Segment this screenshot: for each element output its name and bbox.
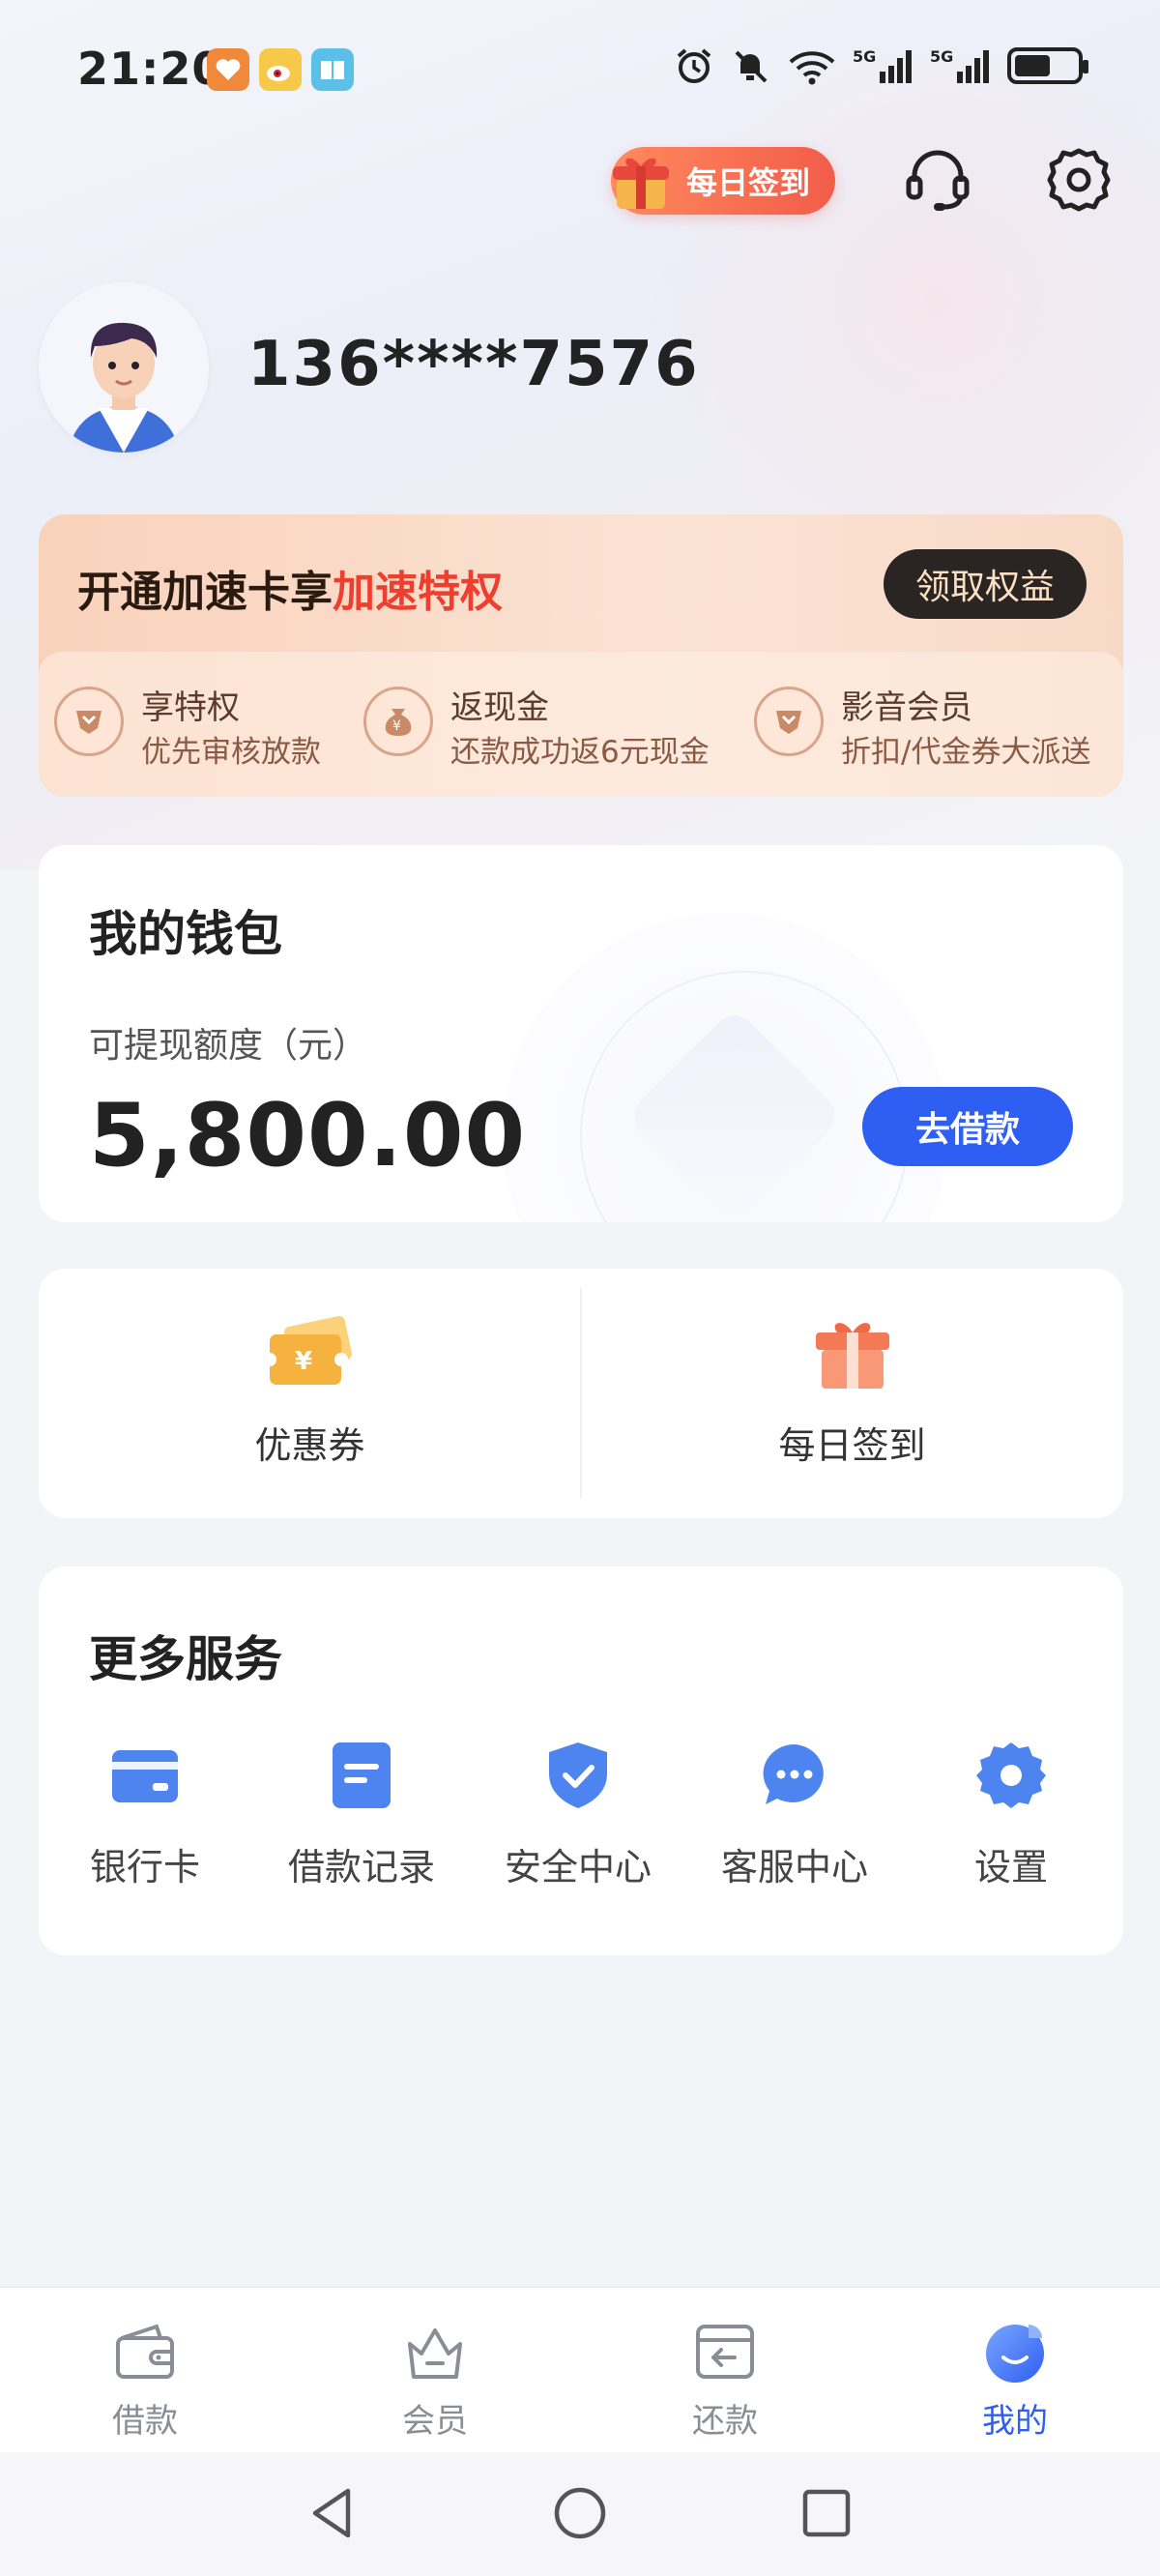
service-label: 设置	[973, 1846, 1048, 1888]
accelerate-card-banner[interactable]: 开通加速卡享加速特权 领取权益 享特权 优先审核放款 ¥ 返现金 还款成功返6元…	[39, 514, 1123, 797]
services-title: 更多服务	[89, 1631, 282, 1687]
daily-signin-label: 每日签到	[685, 164, 810, 201]
coupon-label: 优惠券	[254, 1424, 365, 1467]
benefit-subtitle: 还款成功返6元现金	[450, 735, 710, 770]
status-bar: 21:20 5G 5G	[0, 0, 1160, 145]
loan-record-icon	[333, 1742, 391, 1808]
more-services-card: 更多服务 银行卡 借款记录 安全中心 客服中心 设置	[39, 1566, 1123, 1955]
wifi-icon	[789, 51, 835, 85]
borrow-button[interactable]: 去借款	[862, 1087, 1073, 1166]
security-shield-icon	[549, 1742, 607, 1808]
book-app-icon	[311, 48, 354, 91]
home-icon[interactable]	[546, 2479, 614, 2547]
mute-bell-icon	[735, 50, 768, 83]
chat-bubble-icon	[763, 1743, 824, 1804]
service-label: 安全中心	[504, 1846, 652, 1888]
weibo-icon	[259, 48, 302, 91]
back-icon[interactable]	[300, 2479, 367, 2547]
benefit-subtitle: 折扣/代金券大派送	[841, 735, 1091, 770]
signal-5g-icon: 5G	[853, 47, 912, 83]
nav-label: 借款	[112, 2402, 178, 2441]
daily-signin-button[interactable]: 每日签到	[611, 147, 835, 215]
crown-basket-icon	[408, 2328, 462, 2379]
available-amount: 5,800.00	[89, 1085, 527, 1186]
vip-benefits-row: 享特权 优先审核放款 ¥ 返现金 还款成功返6元现金 影音会员 折扣/代金券大派…	[39, 652, 1123, 797]
gear-icon	[976, 1742, 1046, 1808]
signal-5g-icon: 5G	[930, 47, 989, 83]
wallet-icon	[116, 2324, 174, 2379]
service-label: 客服中心	[720, 1846, 868, 1888]
benefit-title: 返现金	[450, 688, 549, 727]
status-time: 21:20	[77, 43, 224, 95]
wallet-title: 我的钱包	[89, 906, 282, 962]
svg-text:5G: 5G	[853, 47, 876, 66]
nav-borrow[interactable]: 借款	[0, 2288, 290, 2454]
gift-icon	[613, 158, 669, 209]
nav-label: 我的	[982, 2402, 1048, 2441]
vip-title-prefix: 开通加速卡享	[77, 568, 333, 617]
status-icons: 5G 5G	[673, 44, 1088, 87]
privilege-shield-icon	[54, 687, 124, 756]
service-bank-card[interactable]: 银行卡	[48, 1741, 242, 1915]
nav-repay[interactable]: 还款	[580, 2288, 870, 2454]
recents-icon[interactable]	[793, 2479, 860, 2547]
coupon-icon: ¥	[266, 1315, 352, 1385]
nav-membership[interactable]: 会员	[290, 2288, 580, 2454]
benefit-subtitle: 优先审核放款	[141, 735, 321, 770]
nav-mine[interactable]: 我的	[870, 2288, 1160, 2454]
battery-icon	[1007, 47, 1088, 84]
media-vip-icon	[754, 687, 824, 756]
service-settings[interactable]: 设置	[914, 1741, 1108, 1915]
money-bag-icon: ¥	[363, 687, 433, 756]
nav-label: 会员	[402, 2402, 468, 2441]
vip-title-highlight: 加速特权	[333, 568, 503, 617]
service-label: 银行卡	[89, 1846, 200, 1888]
settings-icon[interactable]	[1042, 143, 1116, 217]
daily-signin-entry[interactable]: 每日签到	[581, 1269, 1123, 1518]
service-label: 借款记录	[287, 1846, 435, 1888]
quick-actions-card: ¥ 优惠券 每日签到	[39, 1269, 1123, 1518]
bank-card-icon	[112, 1750, 178, 1802]
claim-benefits-button[interactable]: 领取权益	[884, 549, 1087, 619]
daily-signin-entry-label: 每日签到	[778, 1424, 926, 1467]
benefit-title: 享特权	[141, 688, 240, 727]
user-phone-number: 136****7576	[247, 329, 700, 400]
service-customer-center[interactable]: 客服中心	[698, 1741, 891, 1915]
alarm-icon	[677, 48, 711, 83]
available-amount-label: 可提现额度（元）	[89, 1026, 368, 1066]
avatar[interactable]	[39, 282, 209, 453]
profile-orb-icon	[986, 2325, 1044, 2383]
my-wallet-card: 我的钱包 可提现额度（元） 5,800.00 去借款	[39, 845, 1123, 1222]
service-security-center[interactable]: 安全中心	[481, 1741, 675, 1915]
svg-text:¥: ¥	[392, 718, 401, 734]
app-icon-heart	[207, 48, 249, 91]
repay-icon	[696, 2325, 754, 2379]
benefit-title: 影音会员	[841, 688, 972, 727]
svg-text:5G: 5G	[930, 47, 953, 66]
nav-label: 还款	[692, 2402, 758, 2441]
customer-service-icon[interactable]	[901, 143, 974, 217]
coupon-entry[interactable]: ¥ 优惠券	[39, 1269, 581, 1518]
svg-text:¥: ¥	[295, 1347, 312, 1376]
system-navigation-bar	[0, 2452, 1160, 2576]
service-loan-records[interactable]: 借款记录	[265, 1741, 458, 1915]
vip-title: 开通加速卡享加速特权	[77, 557, 503, 619]
gift-box-icon	[816, 1323, 889, 1389]
bottom-navigation: 借款 会员 还款 我的	[0, 2286, 1160, 2452]
